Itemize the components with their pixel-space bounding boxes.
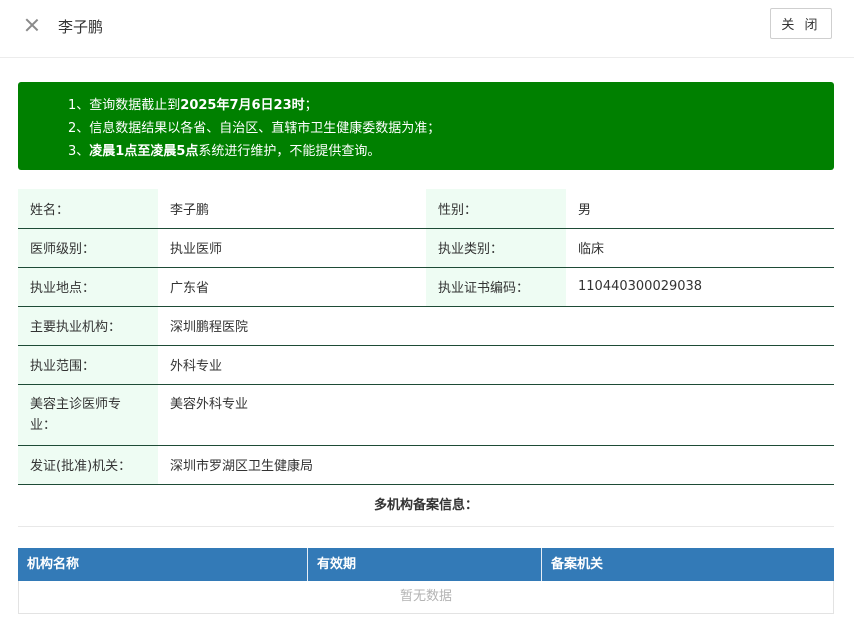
info-row-cosmetic: 美容主诊医师专业： 美容外科专业 [18,384,834,446]
column-filing-authority[interactable]: 备案机关 [542,548,834,581]
info-row-institution: 主要执业机构： 深圳鹏程医院 [18,306,834,346]
notice-line-1-end: ； [304,98,318,113]
gender-value: 男 [566,189,834,229]
empty-state: 暂无数据 [18,581,834,614]
notice-line-1-text: 1、查询数据截止到 [68,98,181,113]
multi-institution-title: 多机构备案信息： [18,484,834,527]
notice-banner: 1、查询数据截止到2025年7月6日23时； 2、信息数据结果以各省、自治区、直… [18,82,834,170]
notice-line-3: 3、凌晨1点至凌晨5点系统进行维护，不能提供查询。 [68,140,834,163]
institution-label: 主要执业机构： [18,306,158,346]
info-row-location: 执业地点： 广东省 执业证书编码： 110440300029038 [18,267,834,307]
authority-label: 发证(批准)机关： [18,445,158,485]
column-institution-name[interactable]: 机构名称 [18,548,308,581]
close-button[interactable]: 关 闭 [770,8,832,39]
info-row-level: 医师级别： 执业医师 执业类别： 临床 [18,228,834,268]
dialog-header: 李子鹏 关 闭 [0,0,854,58]
notice-line-1-date: 2025年7月6日23时 [180,98,305,113]
location-label: 执业地点： [18,267,158,307]
scope-value: 外科专业 [158,345,834,385]
notice-line-3-num: 3、 [68,144,90,159]
table-header: 机构名称 有效期 备案机关 [18,548,834,581]
close-icon[interactable] [22,15,42,35]
notice-line-2: 2、信息数据结果以各省、自治区、直辖市卫生健康委数据为准； [68,121,441,136]
scope-label: 执业范围： [18,345,158,385]
multi-institution-table: 机构名称 有效期 备案机关 暂无数据 [18,548,834,614]
info-row-scope: 执业范围： 外科专业 [18,345,834,385]
gender-label: 性别： [426,189,566,229]
cert-label: 执业证书编码： [426,267,566,307]
authority-value: 深圳市罗湖区卫生健康局 [158,445,834,485]
location-value: 广东省 [158,267,426,307]
column-validity[interactable]: 有效期 [308,548,542,581]
level-value: 执业医师 [158,228,426,268]
category-value: 临床 [566,228,834,268]
info-row-authority: 发证(批准)机关： 深圳市罗湖区卫生健康局 [18,445,834,485]
institution-value: 深圳鹏程医院 [158,306,834,346]
cosmetic-value: 美容外科专业 [158,384,834,446]
dialog-title: 李子鹏 [58,18,104,36]
level-label: 医师级别： [18,228,158,268]
name-label: 姓名： [18,189,158,229]
notice-line-3-time: 凌晨1点至凌晨5点 [89,144,199,159]
cosmetic-label: 美容主诊医师专业： [18,384,158,446]
notice-line-1: 1、查询数据截止到2025年7月6日23时； [68,94,834,117]
category-label: 执业类别： [426,228,566,268]
name-value: 李子鹏 [158,189,426,229]
notice-line-3-text: 系统进行维护，不能提供查询。 [198,144,381,159]
cert-value: 110440300029038 [566,267,834,307]
info-row-name: 姓名： 李子鹏 性别： 男 [18,189,834,229]
doctor-info-table: 姓名： 李子鹏 性别： 男 医师级别： 执业医师 执业类别： 临床 执业地点： … [18,189,834,485]
